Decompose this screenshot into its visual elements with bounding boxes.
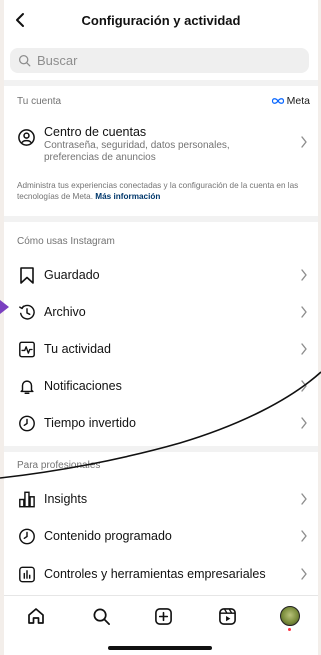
- meta-logo: Meta: [271, 95, 310, 107]
- chevron-left-icon: [16, 13, 24, 27]
- chevron-right-icon: [301, 343, 307, 355]
- search-icon: [18, 54, 31, 67]
- menu-item-label: Notificaciones: [44, 379, 122, 393]
- home-indicator: [108, 646, 212, 650]
- search-icon: [93, 608, 110, 625]
- bar-chart-icon: [17, 490, 36, 509]
- settings-screen: Configuración y actividad Tu cuenta Meta…: [4, 0, 318, 655]
- chevron-right-icon: [301, 136, 307, 148]
- section-label-usage: Cómo usas Instagram: [17, 236, 115, 247]
- meta-logo-text: Meta: [286, 95, 310, 107]
- menu-item-saved[interactable]: Guardado: [4, 257, 318, 293]
- menu-item-business-tools[interactable]: Controles y herramientas empresariales: [4, 556, 318, 592]
- profile-avatar: [280, 606, 300, 626]
- accounts-note: Administra tus experiencias conectadas y…: [17, 180, 307, 202]
- menu-item-label: Insights: [44, 492, 88, 506]
- menu-item-archive[interactable]: Archivo: [4, 294, 318, 330]
- accounts-center-subtitle: Contraseña, seguridad, datos personales,…: [44, 140, 230, 163]
- meta-infinity-icon: [271, 98, 284, 104]
- page-title: Configuración y actividad: [81, 13, 241, 28]
- tab-create[interactable]: [151, 604, 175, 628]
- clock-icon: [17, 527, 36, 546]
- menu-item-label: Contenido programado: [44, 529, 172, 543]
- home-icon: [28, 608, 44, 624]
- chevron-right-icon: [301, 530, 307, 542]
- chevron-right-icon: [301, 493, 307, 505]
- menu-item-label: Archivo: [44, 305, 86, 319]
- menu-item-scheduled-content[interactable]: Contenido programado: [4, 518, 318, 554]
- reels-icon: [218, 607, 236, 625]
- account-circle-icon: [17, 128, 36, 152]
- section-divider: [4, 80, 318, 86]
- tab-profile[interactable]: [278, 604, 302, 631]
- chevron-right-icon: [301, 380, 307, 392]
- section-label-account: Tu cuenta: [17, 96, 62, 107]
- tab-home[interactable]: [24, 604, 48, 628]
- create-icon: [154, 607, 172, 625]
- chevron-right-icon: [301, 417, 307, 429]
- menu-item-label: Controles y herramientas empresariales: [44, 567, 266, 581]
- archive-icon: [17, 303, 36, 322]
- section-divider: [4, 216, 318, 222]
- notification-dot: [288, 628, 291, 631]
- menu-item-label: Tiempo invertido: [44, 416, 136, 430]
- chart-box-icon: [17, 565, 36, 584]
- activity-icon: [17, 340, 36, 359]
- chevron-right-icon: [301, 269, 307, 281]
- section-label-professional: Para profesionales: [17, 460, 101, 471]
- back-button[interactable]: [8, 8, 32, 32]
- accounts-center-title: Centro de cuentas: [44, 125, 147, 139]
- search-bar[interactable]: [10, 48, 309, 73]
- menu-item-label: Tu actividad: [44, 342, 111, 356]
- menu-item-notifications[interactable]: Notificaciones: [4, 368, 318, 404]
- chevron-right-icon: [301, 568, 307, 580]
- clock-icon: [17, 414, 36, 433]
- search-input[interactable]: [35, 52, 279, 69]
- menu-item-time-spent[interactable]: Tiempo invertido: [4, 405, 318, 441]
- bottom-tab-bar: [4, 595, 318, 636]
- header: Configuración y actividad: [4, 0, 318, 40]
- learn-more-link[interactable]: Más información: [95, 192, 160, 201]
- menu-item-insights[interactable]: Insights: [4, 481, 318, 517]
- menu-item-your-activity[interactable]: Tu actividad: [4, 331, 318, 367]
- bookmark-icon: [17, 266, 36, 285]
- section-divider: [4, 446, 318, 452]
- tab-reels[interactable]: [215, 604, 239, 628]
- tab-search[interactable]: [89, 604, 113, 628]
- bell-icon: [17, 377, 36, 396]
- accounts-center-item[interactable]: Centro de cuentas Contraseña, seguridad,…: [4, 118, 318, 168]
- chevron-right-icon: [301, 306, 307, 318]
- menu-item-label: Guardado: [44, 268, 100, 282]
